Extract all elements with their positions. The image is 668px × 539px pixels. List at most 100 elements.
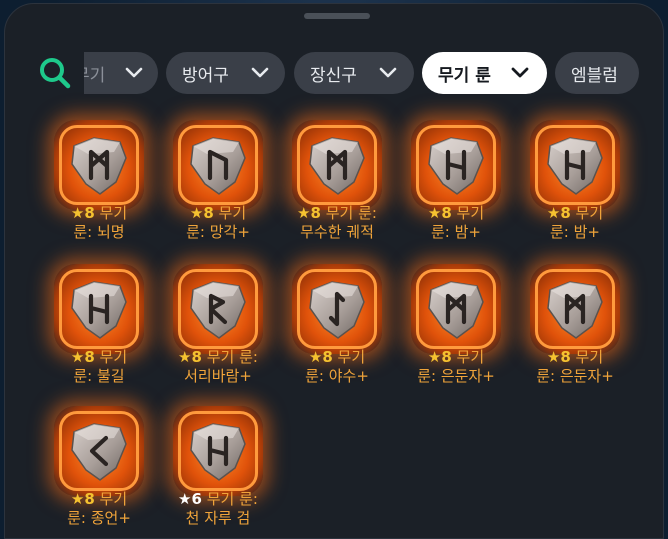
rune-item[interactable]: ★8 무기 룬: 망각+ [159, 120, 277, 250]
rune-stone-icon [71, 423, 127, 481]
rune-item[interactable]: ★8 무기 룬: 은둔자+ [397, 264, 515, 394]
rune-name-part2: 룬: 불길 [73, 367, 125, 385]
rune-caption-line1: ★8 무기 룬: [159, 348, 277, 367]
rune-caption: ★8 무기 룬: 야수+ [278, 348, 396, 386]
rune-level: 8 [441, 348, 452, 366]
star-icon: ★ [546, 204, 561, 222]
rune-level: 8 [203, 204, 214, 222]
rune-name-part1: 무기 룬: [201, 490, 258, 508]
rune-item[interactable]: ★8 무기 룬: 종언+ [40, 406, 158, 536]
chevron-down-icon [511, 67, 529, 78]
star-icon: ★ [297, 204, 311, 222]
rune-caption-line1: ★8 무기 [516, 348, 634, 367]
rune-item[interactable]: ★8 무기 룬: 은둔자+ [516, 264, 634, 394]
star-icon: ★ [70, 490, 85, 508]
rune-item[interactable]: ★8 무기 룬: 서리바람+ [159, 264, 277, 394]
rune-caption-line1: ★8 무기 [397, 204, 515, 223]
rune-item[interactable]: ★8 무기 룬: 밤+ [516, 120, 634, 250]
rune-level: 8 [191, 348, 202, 366]
rune-caption-line1: ★8 무기 [278, 348, 396, 367]
rune-name-part2: 룬: 종언+ [67, 509, 131, 527]
rune-level: 8 [84, 490, 95, 508]
rune-item[interactable]: ★8 무기 룬: 야수+ [278, 264, 396, 394]
rune-name-part1: 무기 [570, 204, 604, 222]
filter-chip-weapon[interactable]: 무기 [84, 52, 158, 94]
filter-chip-label: 무기 룬 [438, 65, 491, 86]
filter-chip-accessory[interactable]: 장신구 [294, 52, 414, 94]
rune-item[interactable]: ★6 무기 룬: 천 자루 검 [159, 406, 277, 536]
rune-level: 6 [191, 490, 202, 508]
rune-name-part2: 서리바람+ [184, 367, 252, 385]
rune-name-part1: 무기 [94, 204, 128, 222]
rune-name-part2: 룬: 야수+ [305, 367, 369, 385]
star-icon: ★ [308, 348, 323, 366]
rune-caption-line1: ★8 무기 [159, 204, 277, 223]
rune-name-part1: 무기 [451, 348, 485, 366]
rune-caption: ★8 무기 룬: 은둔자+ [516, 348, 634, 386]
filter-chip-emblem[interactable]: 엠블럼 [555, 52, 639, 94]
filter-chip-weapon-rune[interactable]: 무기 룬 [422, 52, 547, 94]
rune-stone-icon [71, 137, 127, 195]
rune-stone-icon [428, 281, 484, 339]
rune-caption: ★6 무기 룬: 천 자루 검 [159, 490, 277, 528]
rune-caption: ★8 무기 룬: 은둔자+ [397, 348, 515, 386]
rune-name-part1: 무기 룬: [320, 204, 377, 222]
rune-caption-line1: ★8 무기 [40, 490, 158, 509]
rune-caption: ★8 무기 룬: 망각+ [159, 204, 277, 242]
filter-chip-label: 장신구 [310, 65, 357, 86]
rune-name-part2: 천 자루 검 [185, 509, 251, 527]
rune-name-part2: 룬: 은둔자+ [417, 367, 495, 385]
chevron-down-icon [125, 67, 143, 78]
rune-item[interactable]: ★8 무기 룬: 밤+ [397, 120, 515, 250]
rune-caption-line1: ★8 무기 [40, 204, 158, 223]
rune-name-part1: 무기 [213, 204, 247, 222]
rune-level: 8 [560, 348, 571, 366]
drag-handle[interactable] [304, 13, 370, 19]
rune-level: 8 [84, 204, 95, 222]
rune-caption: ★8 무기 룬: 종언+ [40, 490, 158, 528]
rune-stone-icon [547, 137, 603, 195]
star-icon: ★ [189, 204, 204, 222]
rune-name-part2: 룬: 뇌명 [73, 223, 125, 241]
rune-level: 8 [84, 348, 95, 366]
filter-chip-label: 엠블럼 [571, 65, 618, 86]
rune-item[interactable]: ★8 무기 룬: 불길 [40, 264, 158, 394]
filter-chip-label: 방어구 [182, 65, 229, 86]
rune-name-part1: 무기 [570, 348, 604, 366]
filter-chip-label: 무기 [84, 65, 106, 86]
star-icon: ★ [427, 204, 442, 222]
star-icon: ★ [546, 348, 561, 366]
rune-caption: ★8 무기 룬: 뇌명 [40, 204, 158, 242]
rune-name-part2: 룬: 밤+ [431, 223, 481, 241]
star-icon: ★ [70, 204, 85, 222]
rune-caption: ★8 무기 룬: 무수한 궤적 [278, 204, 396, 242]
rune-stone-icon [428, 137, 484, 195]
chevron-down-icon [251, 67, 269, 78]
rune-stone-icon [190, 423, 246, 481]
rune-name-part2: 룬: 은둔자+ [536, 367, 614, 385]
star-icon: ★ [178, 348, 192, 366]
rune-name-part2: 룬: 망각+ [186, 223, 250, 241]
rune-stone-icon [309, 137, 365, 195]
rune-caption-line1: ★6 무기 룬: [159, 490, 277, 509]
chevron-down-icon [379, 67, 397, 78]
rune-level: 8 [441, 204, 452, 222]
rune-stone-icon [309, 281, 365, 339]
rune-name-part2: 룬: 밤+ [550, 223, 600, 241]
rune-level: 8 [310, 204, 321, 222]
star-icon: ★ [178, 490, 192, 508]
search-icon[interactable] [38, 56, 72, 90]
rune-caption-line1: ★8 무기 룬: [278, 204, 396, 223]
rune-name-part1: 무기 [94, 348, 128, 366]
rune-caption-line1: ★8 무기 [516, 204, 634, 223]
rune-level: 8 [322, 348, 333, 366]
rune-level: 8 [560, 204, 571, 222]
rune-caption: ★8 무기 룬: 밤+ [516, 204, 634, 242]
rune-name-part1: 무기 [332, 348, 366, 366]
rune-item[interactable]: ★8 무기 룬: 뇌명 [40, 120, 158, 250]
rune-name-part1: 무기 룬: [201, 348, 258, 366]
rune-item[interactable]: ★8 무기 룬: 무수한 궤적 [278, 120, 396, 250]
rune-stone-icon [190, 281, 246, 339]
filter-chip-armor[interactable]: 방어구 [166, 52, 285, 94]
rune-caption: ★8 무기 룬: 서리바람+ [159, 348, 277, 386]
